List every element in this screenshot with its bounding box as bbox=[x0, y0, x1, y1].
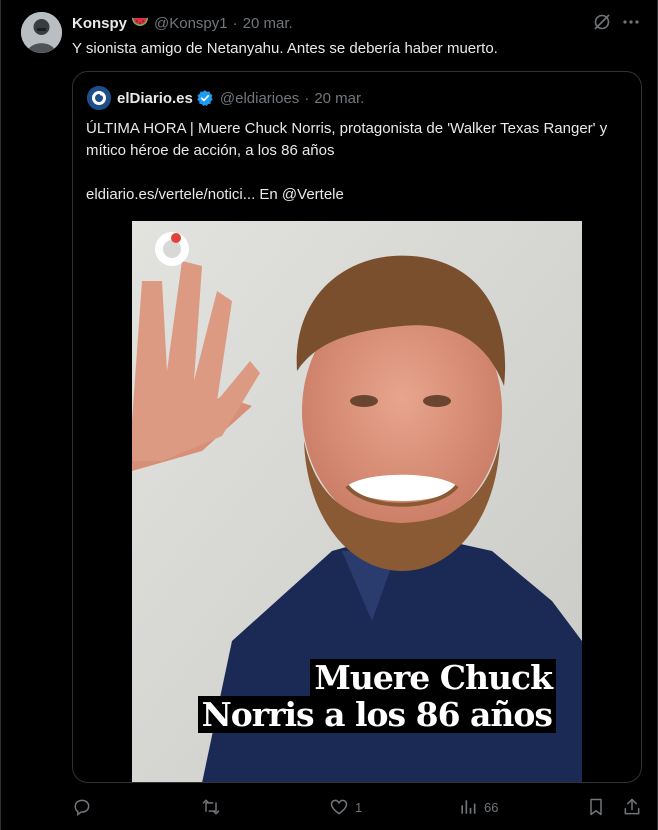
quoted-time[interactable]: 20 mar. bbox=[314, 90, 364, 107]
reply-button[interactable] bbox=[72, 795, 98, 819]
image-headline-line2: Norris a los 86 años bbox=[197, 696, 556, 733]
tweet-time[interactable]: 20 mar. bbox=[243, 15, 293, 32]
tweet-header: Konspy @Konspy1 · 20 mar. bbox=[72, 13, 293, 33]
heart-icon bbox=[330, 799, 348, 815]
more-options-icon[interactable] bbox=[621, 12, 641, 32]
author-name[interactable]: Konspy bbox=[72, 15, 127, 32]
reply-icon bbox=[74, 799, 90, 816]
grok-icon[interactable] bbox=[592, 12, 612, 32]
share-button[interactable] bbox=[622, 795, 642, 819]
tweet-text: Y sionista amigo de Netanyahu. Antes se … bbox=[72, 40, 498, 57]
bookmark-button[interactable] bbox=[586, 795, 606, 819]
retweet-icon bbox=[202, 799, 220, 815]
separator: · bbox=[232, 14, 238, 32]
quoted-text: ÚLTIMA HORA | Muere Chuck Norris, protag… bbox=[86, 120, 608, 159]
bookmark-icon bbox=[590, 798, 602, 816]
like-count: 1 bbox=[355, 799, 363, 815]
quoted-header: elDiario.es @eldiarioes · 20 mar. bbox=[117, 88, 364, 108]
quoted-tweet[interactable]: elDiario.es @eldiarioes · 20 mar. ÚLTIMA… bbox=[72, 71, 642, 783]
quoted-author-name[interactable]: elDiario.es bbox=[117, 90, 193, 107]
tweet[interactable]: Konspy @Konspy1 · 20 mar. Y sionista ami… bbox=[0, 0, 658, 830]
like-button[interactable]: 1 bbox=[329, 795, 362, 819]
retweet-button[interactable] bbox=[201, 795, 227, 819]
share-icon bbox=[624, 798, 640, 815]
watermelon-icon bbox=[131, 16, 149, 30]
avatar[interactable] bbox=[21, 12, 62, 53]
tweet-actions: 1 66 bbox=[72, 795, 642, 819]
quoted-image[interactable]: Muere Chuck Norris a los 86 años bbox=[132, 221, 582, 782]
quoted-link[interactable]: eldiario.es/vertele/notici... En @Vertel… bbox=[86, 184, 344, 206]
quoted-avatar[interactable] bbox=[87, 86, 111, 110]
image-headline-line1: Muere Chuck bbox=[310, 659, 556, 696]
views-icon bbox=[461, 800, 476, 814]
author-handle[interactable]: @Konspy1 bbox=[154, 15, 228, 32]
verified-badge-icon bbox=[196, 89, 214, 107]
image-headline: Muere Chuck Norris a los 86 años bbox=[197, 659, 556, 733]
views-count: 66 bbox=[484, 799, 499, 815]
quoted-author-handle[interactable]: @eldiarioes bbox=[220, 90, 299, 107]
views-button[interactable]: 66 bbox=[458, 795, 498, 819]
separator: · bbox=[304, 89, 310, 107]
